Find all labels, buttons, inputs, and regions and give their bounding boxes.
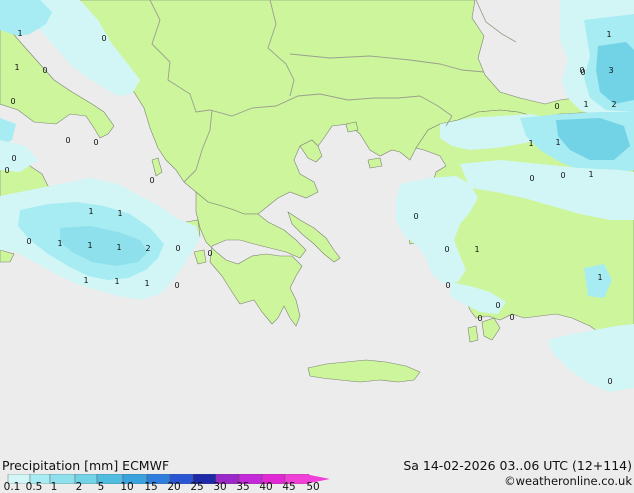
precip-value-label: 1	[474, 245, 479, 254]
precipitation-map-view: 1010000000110111201110000100000103101211…	[0, 0, 634, 493]
precip-value-label: 1	[83, 276, 88, 285]
legend-tick-label: 40	[259, 481, 273, 493]
legend-tick-label: 25	[190, 481, 204, 493]
legend-tick-label: 1	[50, 481, 58, 493]
precip-value-label: 1	[528, 139, 533, 148]
precip-value-label: 0	[560, 171, 565, 180]
precip-value-label: 0	[554, 102, 559, 111]
precip-value-label: 1	[606, 30, 611, 39]
precip-value-label: 0	[42, 66, 47, 75]
thasos-island	[345, 121, 359, 133]
precip-value-label: 1	[117, 209, 122, 218]
precip-value-label: 0	[607, 377, 612, 386]
precip-value-label: 0	[445, 281, 450, 290]
precip-value-label: 0	[174, 281, 179, 290]
precip-value-label: 0	[26, 237, 31, 246]
legend-tick-label: 15	[144, 481, 158, 493]
precip-value-label: 1	[17, 29, 22, 38]
legend-tick-label: 0.1	[3, 481, 21, 493]
precip-value-label: 0	[579, 66, 584, 75]
precip-value-label: 0	[101, 34, 106, 43]
precip-value-label: 1	[583, 100, 588, 109]
lemnos-island	[367, 157, 383, 169]
legend-tick-label: 5	[97, 481, 105, 493]
precip-value-label: 0	[444, 245, 449, 254]
precip-value-label: 0	[93, 138, 98, 147]
legend-tick-label: 45	[282, 481, 296, 493]
legend-tick-label: 35	[236, 481, 250, 493]
legend-tick-label: 2	[75, 481, 83, 493]
precip-value-label: 1	[87, 241, 92, 250]
precip-value-label: 0	[207, 249, 212, 258]
precip-value-label: 1	[14, 63, 19, 72]
legend-tick-label: 10	[120, 481, 134, 493]
precip-value-label: 0	[413, 212, 418, 221]
precip-value-label: 0	[149, 176, 154, 185]
legend-tick-label: 50	[306, 481, 320, 493]
precip-value-label: 1	[597, 273, 602, 282]
precip-value-label: 2	[145, 244, 150, 253]
karpathos-island	[467, 325, 479, 343]
precip-value-label: 0	[65, 136, 70, 145]
precip-value-label: 0	[529, 174, 534, 183]
precip-value-label: 1	[144, 279, 149, 288]
precip-value-label: 0	[4, 166, 9, 175]
precip-value-label: 1	[588, 170, 593, 179]
map-canvas: 101 000 00001 10 1 1 1 2 01 1 1 0000 10000010 310121 1…	[0, 0, 634, 456]
forecast-time: Sa 14-02-2026 03..06 UTC (12+114)	[403, 458, 632, 473]
precip-value-label: 3	[608, 66, 613, 75]
precip-value-label: 0	[477, 314, 482, 323]
precip-value-label: 1	[57, 239, 62, 248]
precip-value-label: 0	[175, 244, 180, 253]
legend-tick-label: 30	[213, 481, 227, 493]
legend-tick-label: 20	[167, 481, 181, 493]
precip-value-label: 1	[555, 138, 560, 147]
precip-value-label: 1	[116, 243, 121, 252]
precip-value-label: 0	[11, 154, 16, 163]
precip-value-label: 1	[88, 207, 93, 216]
precip-value-label: 2	[611, 100, 616, 109]
copyright-text: ©weatheronline.co.uk	[504, 474, 632, 488]
precip-value-label: 0	[509, 313, 514, 322]
chart-title: Precipitation [mm] ECMWF	[2, 458, 170, 473]
legend-tick-label: 0.5	[25, 481, 43, 493]
precip-value-label: 0	[10, 97, 15, 106]
precip-value-label: 0	[495, 301, 500, 310]
precip-value-label: 1	[114, 277, 119, 286]
